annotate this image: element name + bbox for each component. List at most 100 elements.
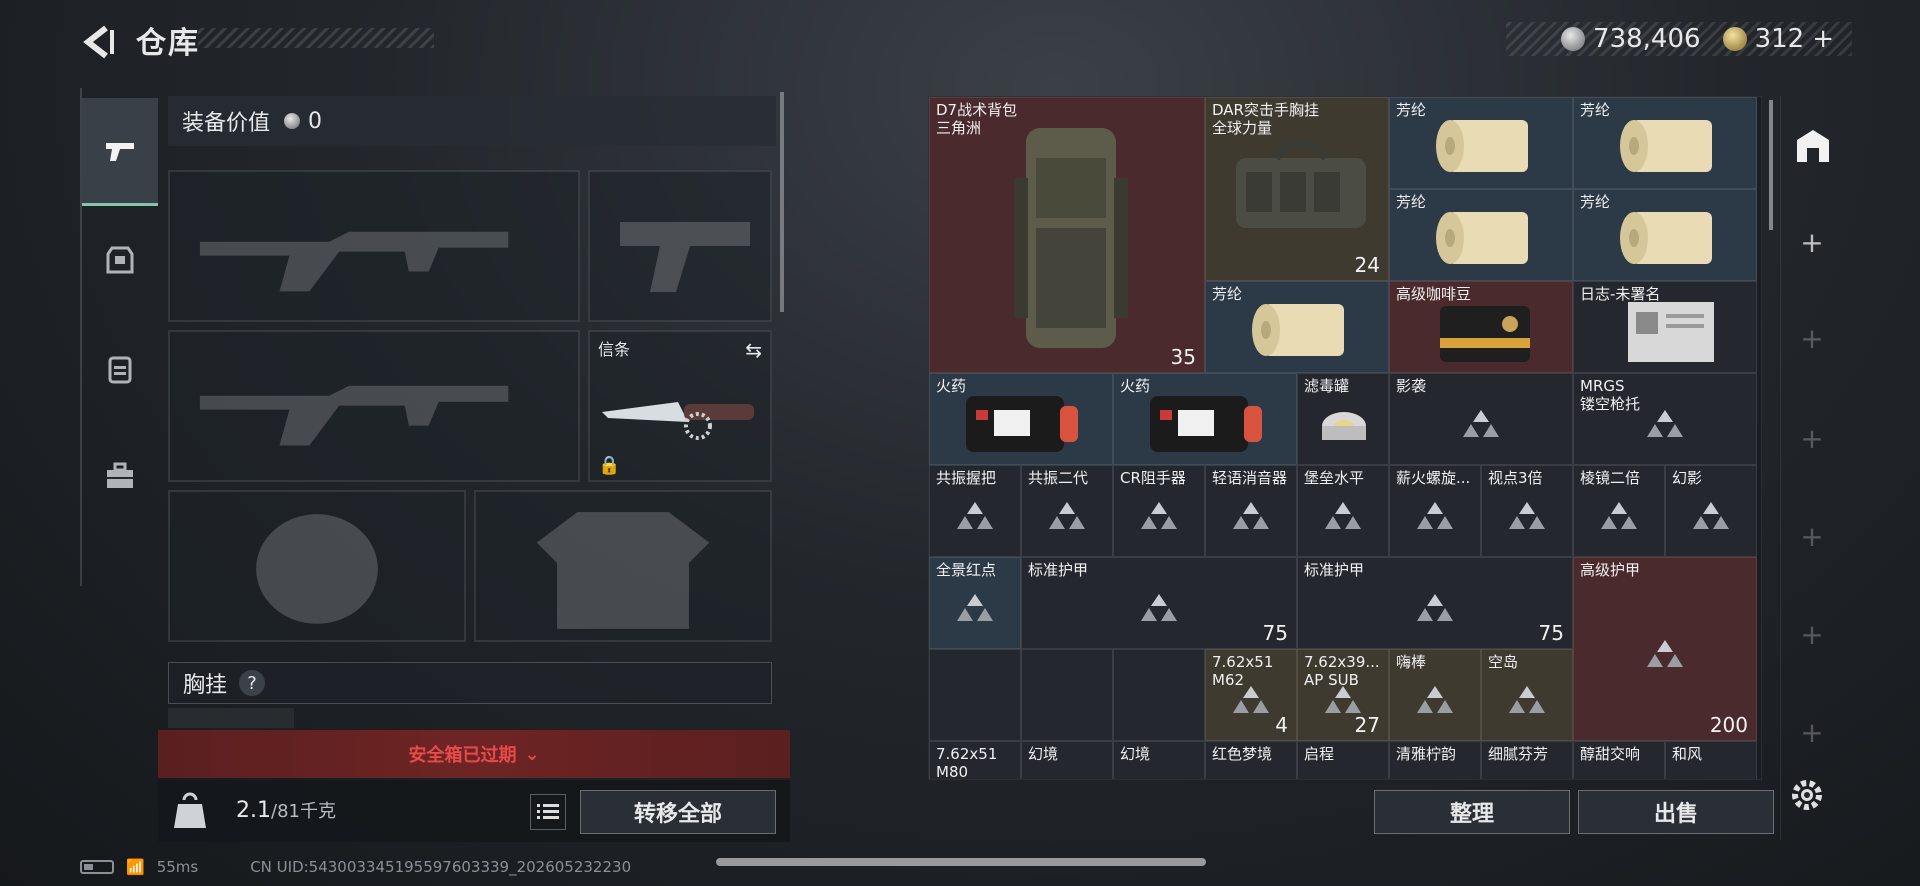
storage-item[interactable]: 芳纶 xyxy=(1389,97,1573,189)
storage-item[interactable]: 空岛 xyxy=(1481,649,1573,741)
storage-item[interactable]: 醇甜交响 xyxy=(1573,741,1665,779)
list-view-button[interactable] xyxy=(530,794,566,830)
unknown-item-icon xyxy=(1509,502,1545,529)
primary-weapon-slot[interactable] xyxy=(168,170,580,322)
sort-button[interactable]: 整理 xyxy=(1374,790,1570,834)
storage-item[interactable]: 7.62x51 M62 4 xyxy=(1205,649,1297,741)
left-scrollbar[interactable] xyxy=(780,92,784,312)
storage-item[interactable]: 棱镜二倍 xyxy=(1573,465,1665,557)
safe-box-expired-banner[interactable]: 安全箱已过期 ⌄ xyxy=(158,730,790,778)
item-name: 薪火螺旋... xyxy=(1396,469,1471,487)
tab-weapons[interactable] xyxy=(82,98,158,206)
back-arrow-icon[interactable] xyxy=(78,22,118,62)
storage-item[interactable]: 芳纶 xyxy=(1205,281,1389,373)
storage-item[interactable]: 滤毒罐 xyxy=(1297,373,1389,465)
storage-item[interactable]: 7.62x39... AP SUB 27 xyxy=(1297,649,1389,741)
chest-rig-slot[interactable] xyxy=(168,708,294,728)
empty-grid-cell[interactable] xyxy=(1021,649,1113,741)
storage-item[interactable]: 幻境 xyxy=(1113,741,1205,779)
item-name: CR阻手器 xyxy=(1120,469,1186,487)
melee-label: 信条 xyxy=(598,340,631,359)
silver-coin-icon xyxy=(1561,27,1586,51)
storage-item[interactable]: 火药 xyxy=(1113,373,1297,465)
gear-icon[interactable] xyxy=(1788,776,1826,814)
item-name: 芳纶 xyxy=(1580,193,1611,211)
add-storage-tab-icon[interactable]: + xyxy=(1781,520,1843,553)
weight-current: 2.1 xyxy=(236,798,271,823)
wifi-icon: 📶 xyxy=(126,858,145,876)
item-count: 4 xyxy=(1275,713,1288,737)
add-storage-tab-icon[interactable]: + xyxy=(1781,716,1843,749)
add-storage-tab-icon[interactable]: + xyxy=(1781,422,1843,455)
item-name: 清雅柠韵 xyxy=(1396,745,1457,763)
storage-tab-main[interactable] xyxy=(1793,126,1833,166)
add-storage-tab-icon[interactable]: + xyxy=(1781,618,1843,651)
storage-item[interactable]: 启程 xyxy=(1297,741,1389,779)
storage-scrollbar[interactable] xyxy=(1769,100,1773,230)
storage-item[interactable]: 视点3倍 xyxy=(1481,465,1573,557)
storage-item[interactable]: 7.62x51 M80 xyxy=(929,741,1021,779)
secondary-weapon-slot[interactable] xyxy=(168,330,580,482)
add-currency-button[interactable]: + xyxy=(1812,24,1834,54)
storage-item[interactable]: 高级护甲 200 xyxy=(1573,557,1757,741)
storage-item[interactable]: 幻境 xyxy=(1021,741,1113,779)
uid-text: CN UID:543003345195597603339_20260523223… xyxy=(250,858,632,876)
storage-item[interactable]: 红色梦境 xyxy=(1205,741,1297,779)
filter-canister-icon xyxy=(1322,412,1366,440)
tab-backpack[interactable] xyxy=(82,314,158,422)
unknown-item-icon xyxy=(1049,502,1085,529)
storage-item[interactable]: 高级咖啡豆 xyxy=(1389,281,1573,373)
storage-item[interactable]: 薪火螺旋... xyxy=(1389,465,1481,557)
armor-slot[interactable] xyxy=(474,490,772,642)
storage-item[interactable]: 共振握把 xyxy=(929,465,1021,557)
empty-grid-cell[interactable] xyxy=(929,649,1021,741)
storage-item[interactable]: 芳纶 xyxy=(1573,97,1757,189)
add-storage-tab-icon[interactable]: + xyxy=(1781,322,1843,355)
item-name: 火药 xyxy=(1120,377,1151,395)
transfer-all-button[interactable]: 转移全部 xyxy=(580,790,776,834)
lock-icon: 🔒 xyxy=(598,455,621,476)
storage-item[interactable]: 轻语消音器 xyxy=(1205,465,1297,557)
tab-case[interactable] xyxy=(82,422,158,530)
equip-value-amount: 0 xyxy=(308,108,323,134)
storage-item[interactable]: 堡垒水平 xyxy=(1297,465,1389,557)
add-storage-tab-icon[interactable]: + xyxy=(1781,226,1843,259)
storage-item[interactable]: CR阻手器 xyxy=(1113,465,1205,557)
unknown-item-icon xyxy=(1647,640,1683,667)
backpack-icon xyxy=(108,356,132,384)
helmet-slot[interactable] xyxy=(168,490,466,642)
storage-item[interactable]: 清雅柠韵 xyxy=(1389,741,1481,779)
storage-item[interactable]: 和风 xyxy=(1665,741,1757,779)
sell-button[interactable]: 出售 xyxy=(1578,790,1774,834)
swap-icon[interactable]: ⇆ xyxy=(745,338,762,362)
title-stripe-decoration xyxy=(198,28,434,48)
list-icon xyxy=(537,804,559,819)
storage-item[interactable]: 火药 xyxy=(929,373,1113,465)
storage-item[interactable]: 芳纶 xyxy=(1573,189,1757,281)
storage-item[interactable]: MRGS 镂空枪托 xyxy=(1573,373,1757,465)
storage-item[interactable]: 共振二代 xyxy=(1021,465,1113,557)
storage-item[interactable]: 日志-未署名 xyxy=(1573,281,1757,373)
chest-rig-header[interactable]: 胸挂 ? xyxy=(168,662,772,704)
status-bar: 📶 55ms CN UID:543003345195597603339_2026… xyxy=(80,858,631,876)
storage-item[interactable]: 全景红点 xyxy=(929,557,1021,649)
unknown-item-icon xyxy=(1141,502,1177,529)
item-name: 标准护甲 xyxy=(1028,561,1089,579)
sidearm-slot[interactable] xyxy=(588,170,772,322)
storage-item[interactable]: 芳纶 xyxy=(1389,189,1573,281)
empty-grid-cell[interactable] xyxy=(1113,649,1205,741)
storage-item[interactable]: DAR突击手胸挂 全球力量 24 xyxy=(1205,97,1389,281)
home-indicator[interactable] xyxy=(716,858,1206,866)
storage-item[interactable]: 嗨棒 xyxy=(1389,649,1481,741)
storage-item[interactable]: D7战术背包 三角洲 35 xyxy=(929,97,1205,373)
storage-item[interactable]: 细腻芬芳 xyxy=(1481,741,1573,779)
storage-item[interactable]: 标准护甲 75 xyxy=(1021,557,1297,649)
melee-slot[interactable]: 信条 ⇆ 🔒 xyxy=(588,330,772,482)
storage-item[interactable]: 影袭 xyxy=(1389,373,1573,465)
aramid-roll-icon xyxy=(1620,212,1712,264)
help-icon[interactable]: ? xyxy=(239,670,266,696)
storage-item[interactable]: 幻影 xyxy=(1665,465,1757,557)
currency-display: 738,406 312 + xyxy=(1506,22,1852,56)
tab-armor[interactable] xyxy=(82,206,158,314)
storage-item[interactable]: 标准护甲 75 xyxy=(1297,557,1573,649)
